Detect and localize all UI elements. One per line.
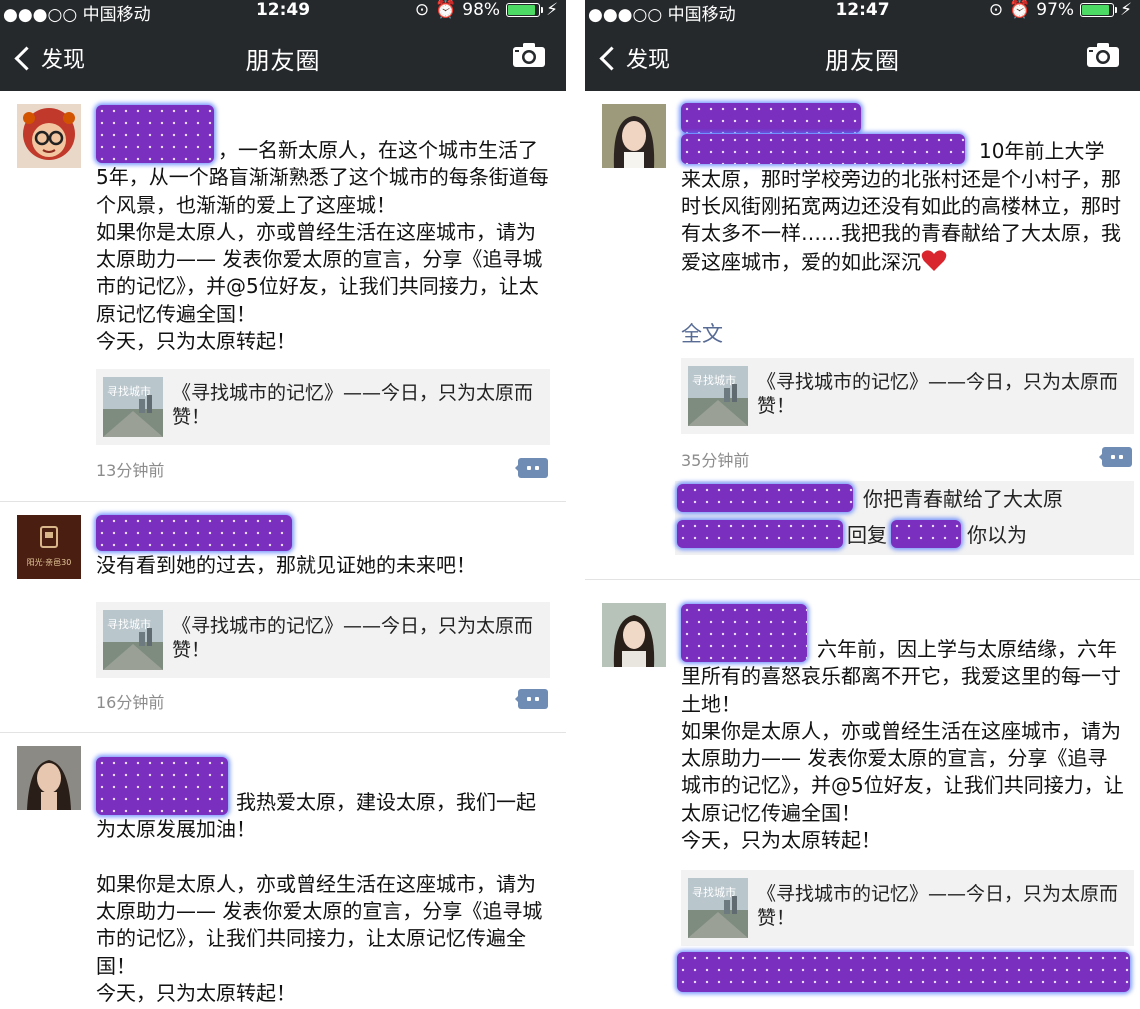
link-thumbnail: 寻找城市 <box>103 377 163 437</box>
post-content: 六年前，因上学与太原结缘，六年里所有的喜怒哀乐都离不开它，我爱这里的每一寸土地！… <box>681 604 1124 854</box>
brand-avatar-text: 阳光·亲邑30 <box>27 557 72 567</box>
post-text-block: 六年前，因上学与太原结缘，六年里所有的喜怒哀乐都离不开它，我爱这里的每一寸土地！… <box>681 604 1124 854</box>
divider <box>566 0 585 1009</box>
rotation-lock-icon: ⊙ <box>414 0 430 20</box>
page-title: 朋友圈 <box>825 47 900 75</box>
link-title: 《寻找城市的记忆》——今日，只为太原而赞！ <box>757 883 1119 929</box>
redacted-username[interactable] <box>681 103 861 133</box>
post-text-block: 10年前上大学来太原，那时学校旁边的北张村还是个小村子，那时长风街刚拓宽两边还没… <box>681 103 1124 277</box>
status-right: ⊙ ⏰ 98% ⚡ <box>415 0 558 20</box>
post-time: 35分钟前 <box>681 451 750 470</box>
post-text: ，一名新太原人，在这个城市生活了5年，从一个路盲渐渐熟悉了这个城市的每条街道每个… <box>96 138 549 354</box>
post-content: ，一名新太原人，在这个城市生活了5年，从一个路盲渐渐熟悉了这个城市的每条街道每个… <box>96 105 550 355</box>
redacted-username[interactable] <box>681 604 807 662</box>
avatar[interactable] <box>602 603 666 667</box>
link-title: 《寻找城市的记忆》——今日，只为太原而赞！ <box>172 382 534 428</box>
full-text-link[interactable]: 全文 <box>681 318 723 348</box>
thumb-text: 寻找城市 <box>107 617 151 631</box>
shared-link-card[interactable]: 寻找城市 《寻找城市的记忆》——今日，只为太原而赞！ <box>96 369 550 445</box>
post-text: 六年前，因上学与太原结缘，六年里所有的喜怒哀乐都离不开它，我爱这里的每一寸土地！… <box>681 637 1124 853</box>
alarm-icon: ⏰ <box>435 0 457 20</box>
comment-button[interactable] <box>515 458 548 478</box>
camera-icon[interactable] <box>512 42 546 68</box>
comment-item[interactable]: 你把青春献给了大太原 <box>675 483 1063 512</box>
thumb-text: 寻找城市 <box>692 885 736 899</box>
redacted-username[interactable] <box>677 520 843 548</box>
camera-icon[interactable] <box>1086 42 1120 68</box>
left-phone-screen: ●●●○○ 中国移动 12:49 ⊙ ⏰ 98% ⚡ 发现 朋友圈 ，一名新太原… <box>0 0 566 1009</box>
nav-bar: 发现 朋友圈 <box>585 30 1140 88</box>
reply-word: 回复 <box>847 523 887 547</box>
avatar[interactable] <box>602 104 666 168</box>
status-bar: ●●●○○ 中国移动 12:47 ⊙ ⏰ 97% ⚡ <box>585 0 1140 25</box>
moments-feed: ，一名新太原人，在这个城市生活了5年，从一个路盲渐渐熟悉了这个城市的每条街道每个… <box>0 91 566 1009</box>
link-title: 《寻找城市的记忆》——今日，只为太原而赞！ <box>172 615 534 661</box>
redacted-block <box>677 952 1130 992</box>
post-text-block: ，一名新太原人，在这个城市生活了5年，从一个路盲渐渐熟悉了这个城市的每条街道每个… <box>96 105 550 355</box>
rotation-lock-icon: ⊙ <box>988 0 1004 20</box>
shared-link-card[interactable]: 寻找城市 《寻找城市的记忆》——今日，只为太原而赞！ <box>681 358 1134 434</box>
shared-link-card[interactable]: 寻找城市 《寻找城市的记忆》——今日，只为太原而赞！ <box>681 870 1134 946</box>
comment-text: 你以为 <box>967 523 1027 547</box>
charging-icon: ⚡ <box>1120 0 1132 20</box>
post-text-first: 10年前上大学 <box>979 139 1105 164</box>
heart-emoji-icon <box>921 247 947 272</box>
link-thumbnail: 寻找城市 <box>103 610 163 670</box>
moment-post: 六年前，因上学与太原结缘，六年里所有的喜怒哀乐都离不开它，我爱这里的每一寸土地！… <box>585 580 1140 1009</box>
battery-percent: 97% <box>1036 0 1075 20</box>
battery-percent: 98% <box>462 0 501 20</box>
comments-box: 你把青春献给了大太原 回复 你以为 <box>675 481 1134 555</box>
link-thumbnail: 寻找城市 <box>688 878 748 938</box>
status-right: ⊙ ⏰ 97% ⚡ <box>989 0 1132 20</box>
redacted-username[interactable] <box>891 520 961 548</box>
post-text: 没有看到她的过去，那就见证她的未来吧！ <box>96 553 476 578</box>
avatar[interactable]: 阳光·亲邑30 <box>17 515 81 579</box>
moment-post: ，一名新太原人，在这个城市生活了5年，从一个路盲渐渐熟悉了这个城市的每条街道每个… <box>0 91 566 502</box>
page-title: 朋友圈 <box>245 47 321 75</box>
right-phone-screen: ●●●○○ 中国移动 12:47 ⊙ ⏰ 97% ⚡ 发现 朋友圈 10年前上大… <box>585 0 1140 1009</box>
post-text-block: 没有看到她的过去，那就见证她的未来吧！ <box>96 515 550 580</box>
post-content: 没有看到她的过去，那就见证她的未来吧！ <box>96 515 550 580</box>
shared-link-card[interactable]: 寻找城市 《寻找城市的记忆》——今日，只为太原而赞！ <box>96 602 550 678</box>
redacted-username[interactable] <box>96 515 292 551</box>
thumb-text: 寻找城市 <box>107 384 151 398</box>
alarm-icon: ⏰ <box>1009 0 1031 20</box>
comment-button[interactable] <box>515 689 548 709</box>
post-time: 13分钟前 <box>96 461 165 480</box>
post-time: 16分钟前 <box>96 693 165 712</box>
post-text: 我热爱太原，建设太原，我们一起为太原发展加油！ 如果你是太原人，亦或曾经生活在这… <box>96 790 543 1006</box>
link-thumbnail: 寻找城市 <box>688 366 748 426</box>
post-content: 我热爱太原，建设太原，我们一起为太原发展加油！ 如果你是太原人，亦或曾经生活在这… <box>96 757 550 1007</box>
post-text-block: 我热爱太原，建设太原，我们一起为太原发展加油！ 如果你是太原人，亦或曾经生活在这… <box>96 757 550 1007</box>
post-content: 10年前上大学来太原，那时学校旁边的北张村还是个小村子，那时长风街刚拓宽两边还没… <box>681 103 1124 277</box>
redacted-username[interactable] <box>96 757 228 815</box>
charging-icon: ⚡ <box>546 0 558 20</box>
post-text: 来太原，那时学校旁边的北张村还是个小村子，那时长风街刚拓宽两边还没有如此的高楼林… <box>681 166 1121 275</box>
nav-bar: 发现 朋友圈 <box>0 30 566 88</box>
redacted-username[interactable] <box>96 105 214 163</box>
link-title: 《寻找城市的记忆》——今日，只为太原而赞！ <box>757 371 1119 417</box>
comment-text: 你把青春献给了大太原 <box>863 487 1063 511</box>
status-bar: ●●●○○ 中国移动 12:49 ⊙ ⏰ 98% ⚡ <box>0 0 566 25</box>
moment-post: 10年前上大学来太原，那时学校旁边的北张村还是个小村子，那时长风街刚拓宽两边还没… <box>585 91 1140 580</box>
battery-icon <box>506 3 544 17</box>
redacted-text <box>681 134 965 165</box>
moment-post: 我热爱太原，建设太原，我们一起为太原发展加油！ 如果你是太原人，亦或曾经生活在这… <box>0 733 566 1009</box>
avatar[interactable] <box>17 746 81 810</box>
redacted-username[interactable] <box>677 484 853 512</box>
top-bar: ●●●○○ 中国移动 12:49 ⊙ ⏰ 98% ⚡ 发现 朋友圈 <box>0 0 566 91</box>
moment-post: 阳光·亲邑30 没有看到她的过去，那就见证她的未来吧！ 寻找城市 《寻找城市的记… <box>0 502 566 733</box>
moments-feed: 10年前上大学来太原，那时学校旁边的北张村还是个小村子，那时长风街刚拓宽两边还没… <box>585 91 1140 1009</box>
comment-item[interactable]: 回复 你以为 <box>675 519 1027 548</box>
thumb-text: 寻找城市 <box>692 373 736 387</box>
battery-icon <box>1080 3 1118 17</box>
top-bar: ●●●○○ 中国移动 12:47 ⊙ ⏰ 97% ⚡ 发现 朋友圈 <box>585 0 1140 91</box>
comment-button[interactable] <box>1099 447 1132 467</box>
avatar[interactable] <box>17 104 81 168</box>
